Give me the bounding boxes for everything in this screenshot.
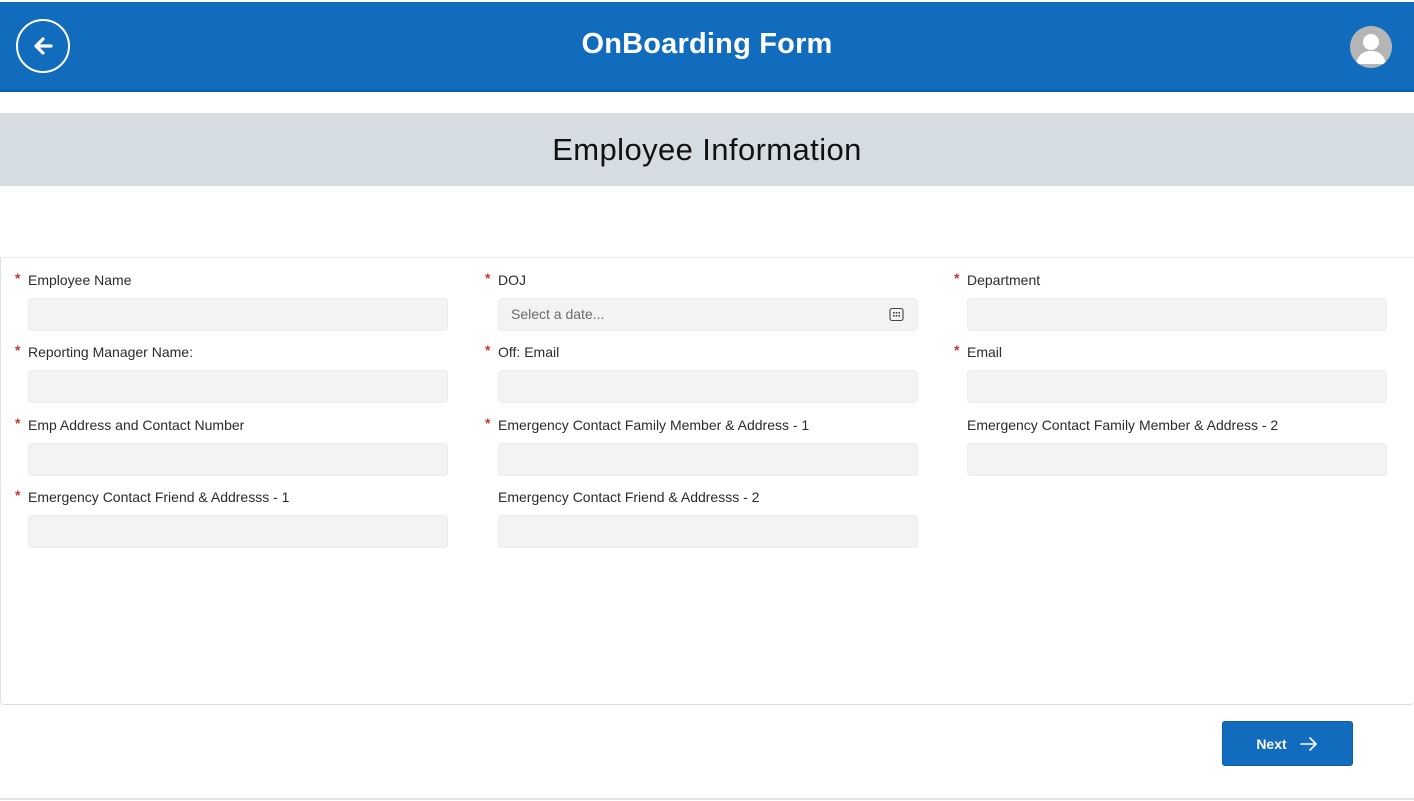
emergency-family-1-field: * Emergency Contact Family Member & Addr… bbox=[485, 415, 918, 476]
calendar-icon[interactable] bbox=[889, 307, 904, 322]
next-button[interactable]: Next bbox=[1222, 721, 1353, 766]
emergency-family-1-input[interactable] bbox=[498, 443, 918, 476]
required-marker: * bbox=[485, 270, 491, 286]
field-label: Department bbox=[967, 272, 1041, 288]
field-label: Reporting Manager Name: bbox=[28, 344, 193, 360]
reporting-manager-field: * Reporting Manager Name: bbox=[15, 342, 448, 403]
required-marker: * bbox=[15, 270, 21, 286]
official-email-field: * Off: Email bbox=[485, 342, 918, 403]
email-field: * Email bbox=[954, 342, 1387, 403]
address-contact-field: * Emp Address and Contact Number bbox=[15, 415, 448, 476]
header-bar: OnBoarding Form bbox=[0, 2, 1414, 92]
emergency-friend-1-input[interactable] bbox=[28, 515, 448, 548]
required-marker: * bbox=[954, 342, 960, 358]
employee-name-input[interactable] bbox=[28, 298, 448, 331]
address-contact-input[interactable] bbox=[28, 443, 448, 476]
emergency-family-2-field: Emergency Contact Family Member & Addres… bbox=[967, 415, 1387, 476]
required-marker: * bbox=[485, 342, 491, 358]
reporting-manager-input[interactable] bbox=[28, 370, 448, 403]
department-input[interactable] bbox=[967, 298, 1387, 331]
field-label: Emergency Contact Friend & Addresss - 2 bbox=[498, 489, 760, 505]
required-marker: * bbox=[15, 487, 21, 503]
department-field: * Department bbox=[954, 270, 1387, 331]
required-marker: * bbox=[15, 415, 21, 431]
field-label: Emergency Contact Family Member & Addres… bbox=[967, 417, 1279, 433]
required-marker: * bbox=[485, 415, 491, 431]
field-label: DOJ bbox=[498, 272, 526, 288]
official-email-input[interactable] bbox=[498, 370, 918, 403]
emergency-friend-1-field: * Emergency Contact Friend & Addresss - … bbox=[15, 487, 448, 548]
emergency-friend-2-field: Emergency Contact Friend & Addresss - 2 bbox=[498, 487, 918, 548]
email-input[interactable] bbox=[967, 370, 1387, 403]
required-marker: * bbox=[954, 270, 960, 286]
doj-field: * DOJ Select a date... bbox=[485, 270, 918, 331]
field-label: Employee Name bbox=[28, 272, 132, 288]
section-title: Employee Information bbox=[552, 132, 862, 167]
emergency-family-2-input[interactable] bbox=[967, 443, 1387, 476]
field-label: Off: Email bbox=[498, 344, 560, 360]
field-label: Emergency Contact Family Member & Addres… bbox=[498, 417, 810, 433]
field-label: Emergency Contact Friend & Addresss - 1 bbox=[28, 489, 290, 505]
required-marker: * bbox=[15, 342, 21, 358]
user-avatar-icon[interactable] bbox=[1350, 26, 1392, 68]
onboarding-page: OnBoarding Form Employee Information * E… bbox=[0, 0, 1414, 801]
next-button-label: Next bbox=[1256, 735, 1287, 752]
section-header: Employee Information bbox=[0, 113, 1414, 186]
page-title: OnBoarding Form bbox=[581, 28, 833, 60]
emergency-friend-2-input[interactable] bbox=[498, 515, 918, 548]
date-placeholder: Select a date... bbox=[511, 306, 605, 322]
doj-date-input[interactable]: Select a date... bbox=[498, 298, 918, 331]
arrow-right-icon bbox=[1299, 736, 1317, 751]
footer-divider bbox=[0, 798, 1414, 800]
employee-name-field: * Employee Name bbox=[15, 270, 448, 331]
field-label: Email bbox=[967, 344, 1003, 360]
employee-info-form: * Employee Name * DOJ Select a date... *… bbox=[0, 257, 1414, 705]
field-label: Emp Address and Contact Number bbox=[28, 417, 245, 433]
